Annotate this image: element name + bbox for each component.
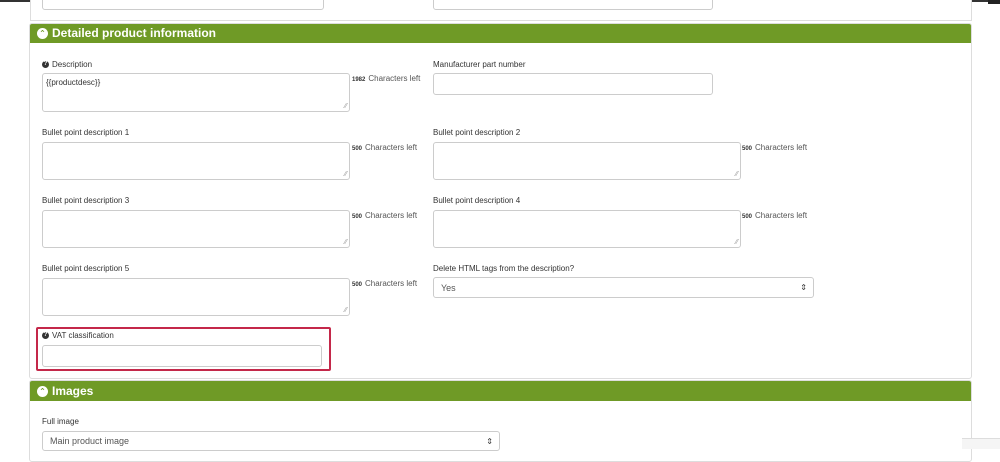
bullet4-textarea[interactable]: ⁄⁄ <box>433 210 741 248</box>
bullet3-chars-count: 500 <box>352 214 363 220</box>
bullet5-chars-left: 500 Characters left <box>352 279 417 288</box>
bullet1-chars-left: 500 Characters left <box>352 143 417 152</box>
description-chars-left: 1982 Characters left <box>352 74 420 83</box>
sort-arrows-icon: ⇕ <box>800 283 807 292</box>
bullet4-chars-left: 500 Characters left <box>742 211 807 220</box>
sort-arrows-icon: ⇕ <box>486 436 493 446</box>
top-right-corner <box>988 0 1000 4</box>
bullet2-chars-suffix: Characters left <box>755 143 808 152</box>
bullet2-label: Bullet point description 2 <box>433 128 521 137</box>
images-header[interactable]: ⌃ Images <box>30 381 971 401</box>
detailed-product-header[interactable]: ⌃ Detailed product information <box>30 24 971 43</box>
vat-classification-input[interactable] <box>42 345 322 367</box>
detailed-product-title: Detailed product information <box>52 26 217 40</box>
bullet4-chars-suffix: Characters left <box>755 211 808 220</box>
manufacturer-part-input[interactable] <box>433 73 713 95</box>
bullet3-label: Bullet point description 3 <box>42 196 130 205</box>
previous-field-right[interactable] <box>433 0 713 10</box>
vat-label: ? VAT classification <box>42 331 114 340</box>
question-circle-icon[interactable]: ? <box>42 332 49 340</box>
chevron-up-circle-icon: ⌃ <box>37 385 48 397</box>
description-chars-count: 1982 <box>352 77 366 83</box>
bullet5-label: Bullet point description 5 <box>42 264 130 273</box>
bullet5-chars-suffix: Characters left <box>365 279 418 288</box>
bullet4-chars-count: 500 <box>742 214 753 220</box>
bullet3-textarea[interactable]: ⁄⁄ <box>42 210 350 248</box>
resize-grip-icon[interactable]: ⁄⁄ <box>345 171 347 178</box>
bullet1-chars-count: 500 <box>352 146 363 152</box>
delete-html-label: Delete HTML tags from the description? <box>433 264 575 273</box>
chevron-up-circle-icon: ⌃ <box>37 28 48 39</box>
resize-grip-icon[interactable]: ⁄⁄ <box>345 239 347 246</box>
bullet2-textarea[interactable]: ⁄⁄ <box>433 142 741 180</box>
resize-grip-icon[interactable]: ⁄⁄ <box>345 307 347 314</box>
bullet2-chars-count: 500 <box>742 146 753 152</box>
resize-grip-icon[interactable]: ⁄⁄ <box>345 103 347 110</box>
bullet4-label: Bullet point description 4 <box>433 196 521 205</box>
question-circle-icon[interactable]: ? <box>42 61 49 69</box>
full-image-value: Main product image <box>50 436 130 446</box>
bullet5-textarea[interactable]: ⁄⁄ <box>42 278 350 316</box>
bullet5-chars-count: 500 <box>352 282 363 288</box>
description-value: {{productdesc}} <box>46 78 101 87</box>
bullet3-chars-left: 500 Characters left <box>352 211 417 220</box>
delete-html-select[interactable]: Yes ⇕ <box>433 277 814 298</box>
description-label: ? Description <box>42 60 92 69</box>
manufacturer-part-label: Manufacturer part number <box>433 60 526 69</box>
bullet1-label: Bullet point description 1 <box>42 128 130 137</box>
bullet1-chars-suffix: Characters left <box>365 143 418 152</box>
resize-grip-icon[interactable]: ⁄⁄ <box>736 171 738 178</box>
images-title: Images <box>52 383 94 398</box>
description-label-text: Description <box>52 60 93 69</box>
delete-html-value: Yes <box>441 282 456 293</box>
resize-grip-icon[interactable]: ⁄⁄ <box>736 239 738 246</box>
description-textarea[interactable]: {{productdesc}} ⁄⁄ <box>42 73 350 112</box>
description-chars-suffix: Characters left <box>368 74 421 83</box>
bullet3-chars-suffix: Characters left <box>365 211 418 220</box>
full-image-label: Full image <box>42 417 79 426</box>
full-image-select[interactable]: Main product image ⇕ <box>42 431 500 451</box>
bullet1-textarea[interactable]: ⁄⁄ <box>42 142 350 180</box>
previous-field-left[interactable] <box>42 0 324 10</box>
bottom-right-widget <box>962 438 1000 449</box>
vat-label-text: VAT classification <box>52 331 114 340</box>
bullet2-chars-left: 500 Characters left <box>742 143 807 152</box>
